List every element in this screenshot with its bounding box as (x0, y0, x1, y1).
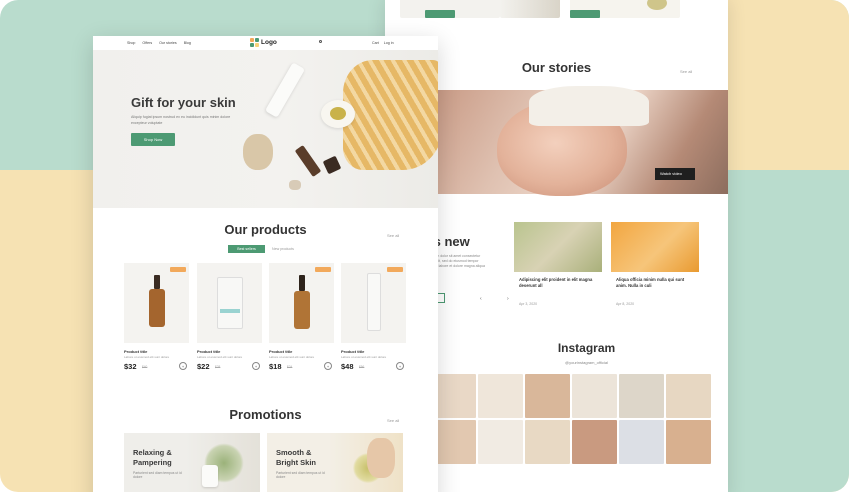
product-old-price: $24 (287, 365, 293, 369)
promo-title: Smooth & Bright Skin (276, 448, 317, 467)
hero-bottle-image (264, 62, 306, 118)
product-card[interactable]: Product title Labore ut eiusmod elit sun… (341, 263, 406, 373)
login-link[interactable]: Log in (384, 41, 394, 45)
logo-text: Logo (261, 39, 277, 46)
nav-link-blog[interactable]: Blog (184, 41, 191, 45)
background-sand-block (724, 0, 849, 170)
instagram-photo[interactable] (666, 374, 711, 418)
product-button[interactable] (570, 10, 600, 18)
promo-jar-image (202, 465, 218, 487)
instagram-grid (431, 374, 711, 464)
news-card[interactable]: Aliqua officia minim nulla qui sunt anim… (611, 222, 699, 312)
nav-link-shop[interactable]: Shop (127, 41, 135, 45)
hero-towel-image (343, 60, 438, 170)
front-page-preview: Shop Offers Our stories Blog Logo Cart L… (93, 36, 438, 492)
promo-card[interactable]: Smooth & Bright Skin Parturient sed diam … (267, 433, 403, 492)
product-card[interactable]: Product title Labore ut eiusmod elit sun… (269, 263, 334, 373)
product-tag (315, 267, 331, 272)
promo-text: Parturient sed diam tempus ut id dolore (133, 471, 182, 479)
product-card-image (500, 0, 560, 18)
nav-right: Cart Log in (372, 41, 394, 45)
product-name: Product title (124, 349, 148, 354)
product-card[interactable]: Product title Labore ut eiusmod elit sun… (197, 263, 262, 373)
product-desc: Labore ut eiusmod elit sunt dolore (269, 355, 315, 359)
logo-icon (250, 38, 259, 47)
top-navigation: Shop Offers Our stories Blog Logo Cart L… (93, 36, 438, 50)
promo-hand-image (367, 438, 395, 478)
promo-text: Parturient sed diam tempus ut id dolore (276, 471, 325, 479)
instagram-photo[interactable] (525, 374, 570, 418)
instagram-photo[interactable] (478, 420, 523, 464)
product-old-price: $40 (142, 365, 148, 369)
product-desc: Labore ut eiusmod elit sunt dolore (124, 355, 170, 359)
story-hero-image: Watch video (437, 86, 728, 196)
news-date: Apr 3, 2020 (519, 302, 538, 306)
product-desc: Labore ut eiusmod elit sunt dolore (341, 355, 387, 359)
instagram-photo[interactable] (619, 374, 664, 418)
cart-link[interactable]: Cart (372, 41, 379, 45)
hero-banner: Gift for your skin Aliquip fugiat ipsum … (93, 50, 438, 208)
hero-bowl-image (321, 100, 355, 128)
logo[interactable]: Logo (250, 38, 277, 47)
product-image (197, 263, 262, 343)
product-button[interactable] (425, 10, 455, 18)
product-price: $22 (197, 362, 210, 371)
instagram-photo[interactable] (478, 374, 523, 418)
product-image (124, 263, 189, 343)
stories-see-all-link[interactable]: See all (680, 69, 692, 74)
news-card[interactable]: Adipiscing elit proident in elit magna d… (514, 222, 602, 312)
product-name: Product title (269, 349, 293, 354)
add-to-cart-icon[interactable]: + (252, 362, 260, 370)
add-to-cart-icon[interactable]: + (179, 362, 187, 370)
filter-new-products[interactable]: New products (268, 245, 298, 253)
background-mint-block (724, 170, 849, 492)
filter-best-sellers[interactable]: Best sellers (228, 245, 265, 253)
instagram-photo[interactable] (572, 374, 617, 418)
instagram-photo[interactable] (619, 420, 664, 464)
instagram-photo[interactable] (666, 420, 711, 464)
add-to-cart-icon[interactable]: + (396, 362, 404, 370)
product-old-price: $28 (215, 365, 221, 369)
promotions-see-all-link[interactable]: See all (387, 418, 399, 423)
story-towel-photo (529, 86, 649, 126)
instagram-photo[interactable] (525, 420, 570, 464)
news-date: Apr 8, 2020 (616, 302, 635, 306)
product-card[interactable]: Product title Labore ut eiusmod elit sun… (124, 263, 189, 373)
nav-links: Shop Offers Our stories Blog (127, 41, 191, 45)
hero-serum-image (322, 155, 342, 175)
hero-text: Aliquip fugiat ipsum nostrud ex eu incid… (131, 115, 231, 125)
product-image (341, 263, 406, 343)
promo-card[interactable]: Relaxing & Pampering Parturient sed diam … (124, 433, 260, 492)
product-image (269, 263, 334, 343)
product-price: $18 (269, 362, 282, 371)
product-old-price: $56 (359, 365, 365, 369)
product-tag (387, 267, 403, 272)
hero-dropper-image (294, 145, 322, 177)
hero-title: Gift for your skin (131, 95, 236, 110)
product-desc: Labore ut eiusmod elit sunt dolore (197, 355, 243, 359)
search-icon[interactable] (319, 40, 322, 43)
product-name: Product title (197, 349, 221, 354)
news-title: Aliqua officia minim nulla qui sunt anim… (616, 277, 685, 288)
back-page-top-products (385, 0, 728, 26)
news-title: Adipiscing elit proident in elit magna d… (519, 277, 593, 288)
hero-stone-image (289, 180, 301, 190)
instagram-photo[interactable] (572, 420, 617, 464)
hero-sponge-image (243, 134, 273, 170)
add-to-cart-icon[interactable]: + (324, 362, 332, 370)
nav-link-offers[interactable]: Offers (142, 41, 152, 45)
product-name: Product title (341, 349, 365, 354)
shop-now-button[interactable]: Shop Now (131, 133, 175, 146)
news-image (611, 222, 699, 272)
nav-link-stories[interactable]: Our stories (159, 41, 177, 45)
product-price: $48 (341, 362, 354, 371)
news-image (514, 222, 602, 272)
products-see-all-link[interactable]: See all (387, 233, 399, 238)
promo-title: Relaxing & Pampering (133, 448, 172, 467)
watch-video-button[interactable]: Watch video (655, 168, 695, 180)
mockup-canvas: Our stories See all Watch video at's new… (0, 0, 849, 492)
product-price: $32 (124, 362, 137, 371)
product-tag (170, 267, 186, 272)
